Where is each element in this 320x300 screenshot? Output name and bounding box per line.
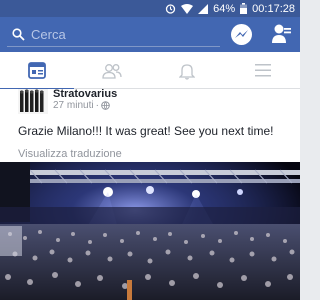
battery-icon	[240, 3, 248, 14]
tab-notifications[interactable]	[150, 52, 224, 89]
battery-percent: 64%	[213, 2, 236, 15]
post-text: Grazie Milano!!! It was great! See you n…	[18, 124, 274, 138]
avatar[interactable]	[18, 89, 48, 114]
post-card: Stratovarius 27 minuti · Grazie Milano!!…	[0, 89, 300, 300]
tab-friends[interactable]	[75, 52, 149, 89]
menu-icon	[255, 64, 271, 77]
clock: 00:17:28	[252, 2, 295, 15]
status-bar: 64% 00:17:28	[0, 0, 300, 17]
alarm-icon	[165, 4, 176, 14]
bell-icon	[179, 63, 195, 80]
concert-crowd-photo[interactable]	[0, 162, 300, 300]
search-placeholder: Cerca	[31, 27, 66, 42]
friends-icon	[102, 63, 122, 79]
see-translation-link[interactable]: Visualizza traduzione	[18, 148, 122, 160]
top-bar: Cerca	[0, 17, 300, 52]
tab-bar	[0, 52, 300, 90]
meta-separator: ·	[95, 100, 99, 111]
messenger-button[interactable]	[231, 24, 252, 45]
messenger-icon	[235, 30, 248, 38]
friend-requests-button[interactable]	[270, 22, 292, 46]
friend-requests-icon	[272, 24, 291, 43]
search-icon	[12, 28, 25, 41]
tab-news-feed[interactable]	[0, 52, 74, 90]
wifi-icon	[181, 3, 194, 14]
globe-icon	[101, 101, 110, 110]
post-author[interactable]: Stratovarius	[53, 89, 117, 100]
tab-menu[interactable]	[226, 52, 300, 89]
news-feed-icon	[28, 62, 46, 79]
post-time[interactable]: 27 minuti	[53, 100, 94, 111]
search-input[interactable]: Cerca	[7, 23, 220, 47]
signal-icon	[198, 3, 209, 14]
post-meta: 27 minuti ·	[53, 100, 110, 111]
